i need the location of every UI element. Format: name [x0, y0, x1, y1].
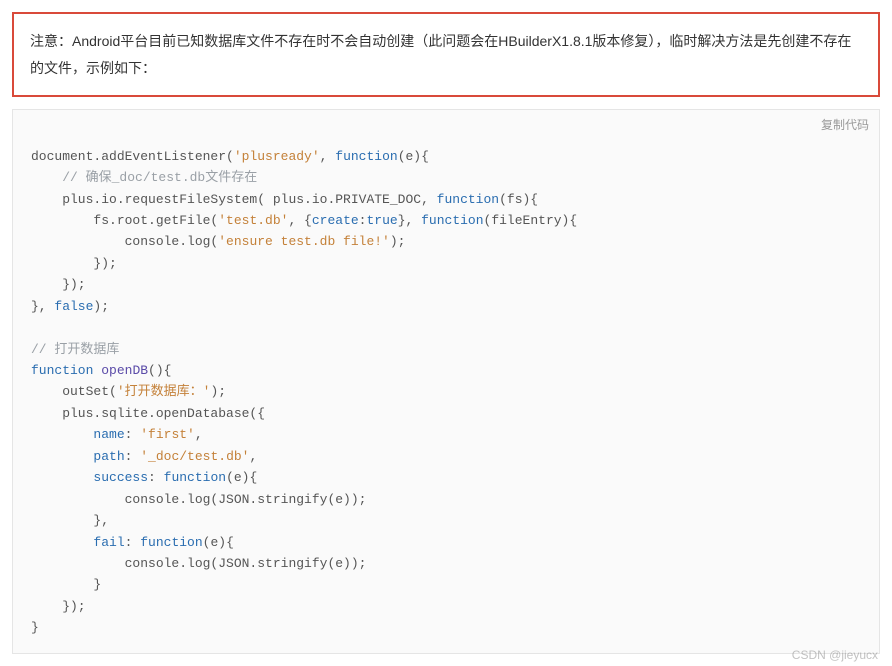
watermark: CSDN @jieyucx	[792, 648, 878, 662]
keyword-function: function	[164, 470, 226, 485]
alert-text: 注意：Android平台目前已知数据库文件不存在时不会自动创建（此问题会在HBu…	[30, 33, 851, 76]
code-content: document.addEventListener('plusready', f…	[31, 149, 577, 636]
string-literal: '_doc/test.db'	[140, 449, 249, 464]
copy-code-button[interactable]: 复制代码	[821, 116, 869, 136]
string-literal: 'ensure test.db file!'	[218, 234, 390, 249]
comment-line: // 确保_doc/test.db文件存在	[62, 170, 257, 185]
function-name: openDB	[101, 363, 148, 378]
alert-box: 注意：Android平台目前已知数据库文件不存在时不会自动创建（此问题会在HBu…	[12, 12, 880, 97]
boolean-false: false	[54, 299, 93, 314]
code-block: 复制代码 document.addEventListener('plusready…	[12, 109, 880, 654]
object-key: success	[93, 470, 148, 485]
object-key: fail	[93, 535, 124, 550]
keyword-function: function	[421, 213, 483, 228]
keyword-function: function	[335, 149, 397, 164]
string-literal: '打开数据库：'	[117, 384, 211, 399]
keyword-function: function	[31, 363, 93, 378]
comment-line: // 打开数据库	[31, 342, 119, 357]
string-literal: 'test.db'	[218, 213, 288, 228]
boolean-true: true	[366, 213, 397, 228]
string-literal: 'first'	[140, 427, 195, 442]
keyword-function: function	[140, 535, 202, 550]
object-key: name	[93, 427, 124, 442]
string-literal: 'plusready'	[234, 149, 320, 164]
object-key: path	[93, 449, 124, 464]
keyword-function: function	[437, 192, 499, 207]
object-key: create	[312, 213, 359, 228]
